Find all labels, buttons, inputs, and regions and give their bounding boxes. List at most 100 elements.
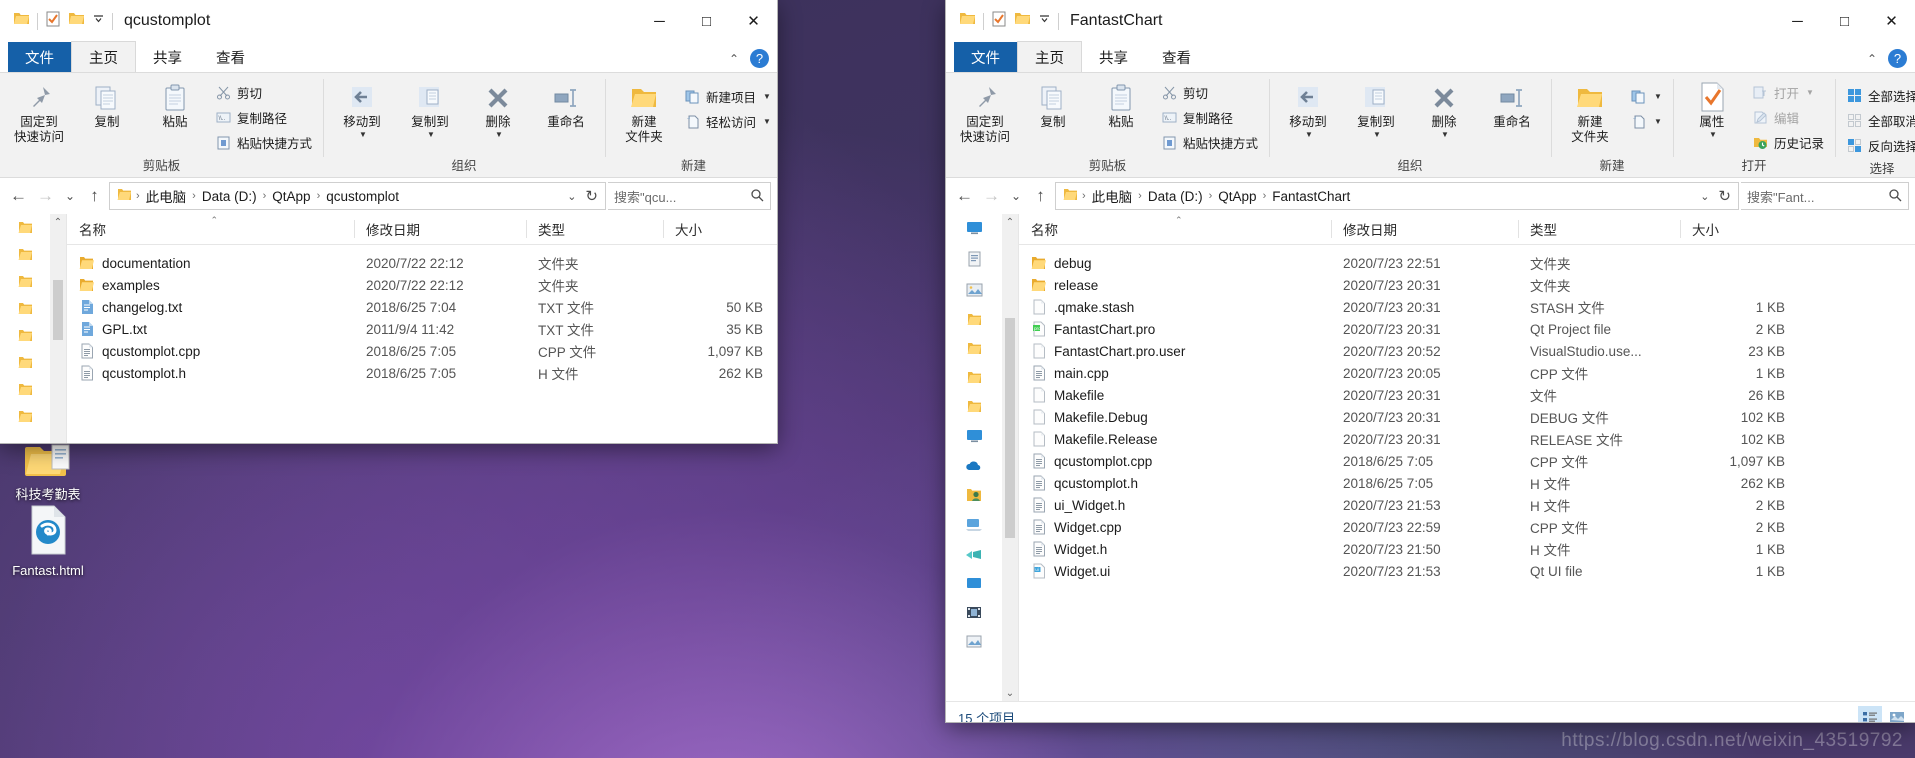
window1-navigation-pane[interactable]: ⌃ ⌄ (0, 214, 67, 443)
window1-search-input[interactable]: 搜索"qcu... (608, 182, 771, 210)
network-pc-icon[interactable] (965, 518, 983, 537)
maximize-button[interactable]: □ (1821, 0, 1868, 42)
scroll-up-icon[interactable]: ⌃ (1006, 214, 1014, 230)
collapse-ribbon-icon[interactable]: ⌃ (1867, 52, 1877, 66)
large-icons-view-icon[interactable] (1885, 706, 1909, 722)
nav-items[interactable] (946, 214, 1002, 701)
address-dropdown-icon[interactable]: ⌄ (1700, 190, 1709, 203)
paste-button[interactable]: 粘贴 (1088, 77, 1154, 130)
window1-window-controls[interactable]: ─ □ ✕ (636, 0, 777, 42)
tab-view[interactable]: 查看 (1145, 42, 1208, 72)
onedrive-icon[interactable] (965, 459, 983, 477)
file-name-cell[interactable]: main.cpp (1019, 365, 1331, 381)
tab-view[interactable]: 查看 (199, 42, 262, 72)
easy-access-button[interactable]: ▼ (1625, 109, 1667, 134)
column-header-date[interactable]: 修改日期 (354, 214, 526, 244)
breadcrumb-item-1[interactable]: Data (D:) (1143, 188, 1208, 205)
move-to-caret-icon[interactable]: ▼ (1305, 130, 1313, 139)
rename-button[interactable]: 重命名 (1479, 77, 1545, 130)
breadcrumb-item-0[interactable]: 此电脑 (1087, 185, 1138, 207)
monitor-icon[interactable] (966, 577, 982, 595)
table-row[interactable]: GPL.txt 2011/9/4 11:42 TXT 文件 35 KB (67, 318, 777, 340)
desktop-icon-0[interactable]: 科技考勤表 (0, 440, 96, 502)
file-name-cell[interactable]: qcustomplot.cpp (67, 343, 354, 359)
delete-caret-icon[interactable]: ▼ (495, 130, 503, 139)
window2-file-list[interactable]: ⌃ 名称 修改日期 类型 大小 debug 2020/7/23 22:51 文件夹 r… (1019, 214, 1915, 701)
file-name-cell[interactable]: release (1019, 277, 1331, 293)
tab-share[interactable]: 共享 (136, 42, 199, 72)
column-header-name[interactable]: ⌃ 名称 (67, 214, 354, 244)
cut-button[interactable]: 剪切 (1156, 80, 1263, 105)
folder-icon[interactable] (18, 221, 33, 239)
copy-to-button[interactable]: 复制到 ▼ (397, 77, 463, 139)
table-row[interactable]: debug 2020/7/23 22:51 文件夹 (1019, 252, 1915, 274)
breadcrumb-item-3[interactable]: qcustomplot (321, 188, 404, 205)
window1-quick-access-toolbar[interactable] (0, 0, 113, 42)
window2-window-controls[interactable]: ─ □ ✕ (1774, 0, 1915, 42)
window2-titlebar[interactable]: FantastChart ─ □ ✕ (946, 0, 1915, 42)
file-name-cell[interactable]: .qmake.stash (1019, 299, 1331, 315)
chevron-down-icon[interactable] (1038, 12, 1051, 30)
up-button[interactable]: ↑ (1028, 184, 1053, 209)
cut-button[interactable]: 剪切 (210, 80, 317, 105)
refresh-icon[interactable]: ↻ (585, 187, 598, 205)
close-button[interactable]: ✕ (1868, 0, 1915, 42)
copy-to-button[interactable]: 复制到 ▼ (1343, 77, 1409, 139)
documents-icon[interactable] (967, 251, 982, 272)
window2-navigation-pane[interactable]: ⌃ ⌄ (946, 214, 1019, 701)
column-header-date[interactable]: 修改日期 (1331, 214, 1518, 244)
copy-button[interactable]: 复制 (1020, 77, 1086, 130)
new-item-caret-icon[interactable]: ▼ (763, 92, 771, 101)
checkbox-properties-icon[interactable] (45, 11, 61, 32)
help-icon[interactable]: ? (1888, 49, 1907, 68)
folder-new-icon[interactable] (68, 11, 85, 31)
window2-search-input[interactable]: 搜索"Fant... (1741, 182, 1909, 210)
pictures-icon[interactable] (966, 283, 983, 302)
file-name-cell[interactable]: Makefile.Debug (1019, 409, 1331, 425)
easy-access-caret-icon[interactable]: ▼ (1654, 117, 1662, 126)
folder-icon[interactable] (967, 400, 982, 418)
new-item-button[interactable]: 新建项目 ▼ (679, 84, 776, 109)
file-name-cell[interactable]: qcustomplot.cpp (1019, 453, 1331, 469)
back-button[interactable]: ← (6, 184, 31, 209)
tab-share[interactable]: 共享 (1082, 42, 1145, 72)
file-name-cell[interactable]: qcustomplot.h (1019, 475, 1331, 491)
table-row[interactable]: qcustomplot.cpp 2018/6/25 7:05 CPP 文件 1,097… (67, 340, 777, 362)
folder-icon[interactable] (18, 329, 33, 347)
window2-rows[interactable]: debug 2020/7/23 22:51 文件夹 release 2020/7/23 … (1019, 245, 1915, 582)
folder-icon[interactable] (967, 371, 982, 389)
column-header-type[interactable]: 类型 (1518, 214, 1680, 244)
move-to-caret-icon[interactable]: ▼ (359, 130, 367, 139)
window2-column-headers[interactable]: ⌃ 名称 修改日期 类型 大小 (1019, 214, 1915, 245)
window1-tabstrip[interactable]: 文件 主页 共享 查看 ⌃ ? (0, 41, 777, 72)
table-row[interactable]: examples 2020/7/22 22:12 文件夹 (67, 274, 777, 296)
breadcrumb-item-0[interactable]: 此电脑 (141, 185, 192, 207)
forward-button[interactable]: → (33, 184, 58, 209)
table-row[interactable]: Makefile.Release 2020/7/23 20:31 RELEASE 文… (1019, 428, 1915, 450)
file-name-cell[interactable]: documentation (67, 255, 354, 271)
close-button[interactable]: ✕ (730, 0, 777, 42)
table-row[interactable]: Makefile.Debug 2020/7/23 20:31 DEBUG 文件 102… (1019, 406, 1915, 428)
copy-to-caret-icon[interactable]: ▼ (1373, 130, 1381, 139)
scrollbar-thumb[interactable] (1005, 317, 1015, 538)
new-folder-button[interactable]: 新建 文件夹 (1557, 77, 1623, 145)
rename-button[interactable]: 重命名 (533, 77, 599, 130)
forward-button[interactable]: → (979, 184, 1004, 209)
search-icon[interactable] (1888, 188, 1902, 205)
window1-titlebar[interactable]: qcustomplot ─ □ ✕ (0, 0, 777, 42)
open-button[interactable]: 打开 ▼ (1747, 80, 1829, 105)
scrollbar-thumb[interactable] (53, 279, 63, 340)
move-to-button[interactable]: 移动到 ▼ (1275, 77, 1341, 139)
breadcrumb-item-3[interactable]: FantastChart (1267, 188, 1355, 205)
file-name-cell[interactable]: GPL.txt (67, 321, 354, 337)
window1-rows[interactable]: documentation 2020/7/22 22:12 文件夹 examples 2… (67, 245, 777, 384)
user-folder-icon[interactable] (966, 488, 982, 507)
select-none-button[interactable]: 全部取消 (1841, 108, 1915, 133)
folder-icon[interactable] (18, 356, 33, 374)
window1-address-bar[interactable]: ← → ⌄ ↑ › 此电脑 › Data (D:) › QtApp › qcus… (0, 178, 777, 214)
file-name-cell[interactable]: ui Widget.ui (1019, 563, 1331, 579)
folder-new-icon[interactable] (1014, 11, 1031, 31)
easy-access-button[interactable]: 轻松访问 ▼ (679, 109, 776, 134)
desktop-icon[interactable] (966, 221, 983, 240)
file-name-cell[interactable]: Makefile (1019, 387, 1331, 403)
